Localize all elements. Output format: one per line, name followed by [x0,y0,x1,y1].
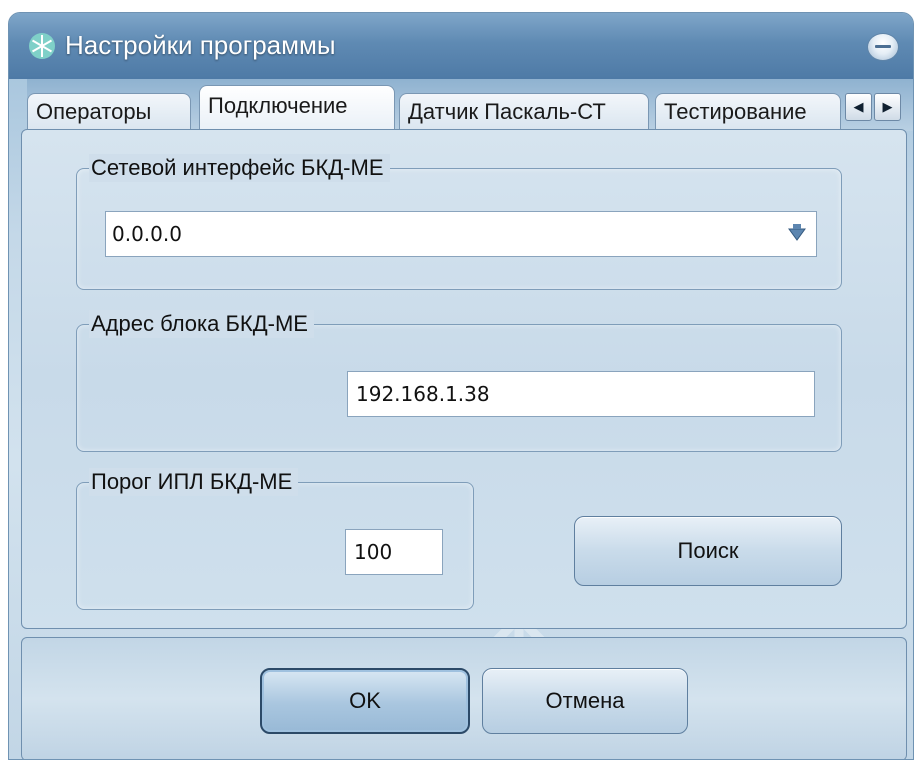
settings-dialog: Настройки программы Операторы Подключени… [8,12,914,760]
tab-label: Датчик Паскаль-СТ [408,99,606,124]
dialog-footer: OK Отмена [21,637,907,759]
tab-label: Операторы [36,99,152,124]
tab-label: Подключение [208,93,348,118]
tab-connection[interactable]: Подключение [199,85,395,131]
threshold-group: Порог ИПЛ БКД-МЕ 100 [76,468,474,610]
window-title: Настройки программы [65,30,336,60]
snowflake-icon [29,33,55,59]
cancel-button[interactable]: Отмена [482,668,688,734]
tab-testing[interactable]: Тестирование [655,93,841,129]
tab-strip: Операторы Подключение Датчик Паскаль-СТ … [27,79,913,131]
device-address-group: Адрес блока БКД-МЕ 192.168.1.38 [76,310,842,452]
tab-operators[interactable]: Операторы [27,93,191,129]
chevron-left-icon[interactable]: ◀ [845,93,872,121]
threshold-input[interactable]: 100 [345,529,443,575]
search-button[interactable]: Поиск [574,516,842,586]
title-bar[interactable]: Настройки программы [9,13,913,79]
tab-pascal-sensor[interactable]: Датчик Паскаль-СТ [399,93,649,129]
device-address-label: Адрес блока БКД-МЕ [89,310,314,338]
dropdown-arrow-icon[interactable] [786,222,808,244]
tab-label: Тестирование [664,99,807,124]
ok-button[interactable]: OK [260,668,470,734]
network-interface-label: Сетевой интерфейс БКД-МЕ [89,154,390,182]
chevron-right-icon[interactable]: ▶ [874,93,901,121]
connection-panel: Сетевой интерфейс БКД-МЕ 0.0.0.0 Адрес б… [21,129,907,629]
close-icon[interactable] [867,33,899,61]
network-interface-value: 0.0.0.0 [112,222,182,246]
network-interface-group: Сетевой интерфейс БКД-МЕ 0.0.0.0 [76,154,842,290]
device-address-input[interactable]: 192.168.1.38 [347,371,815,417]
network-interface-select[interactable]: 0.0.0.0 [105,211,817,257]
threshold-label: Порог ИПЛ БКД-МЕ [89,468,299,496]
tab-scroll-buttons: ◀ ▶ [845,93,903,123]
